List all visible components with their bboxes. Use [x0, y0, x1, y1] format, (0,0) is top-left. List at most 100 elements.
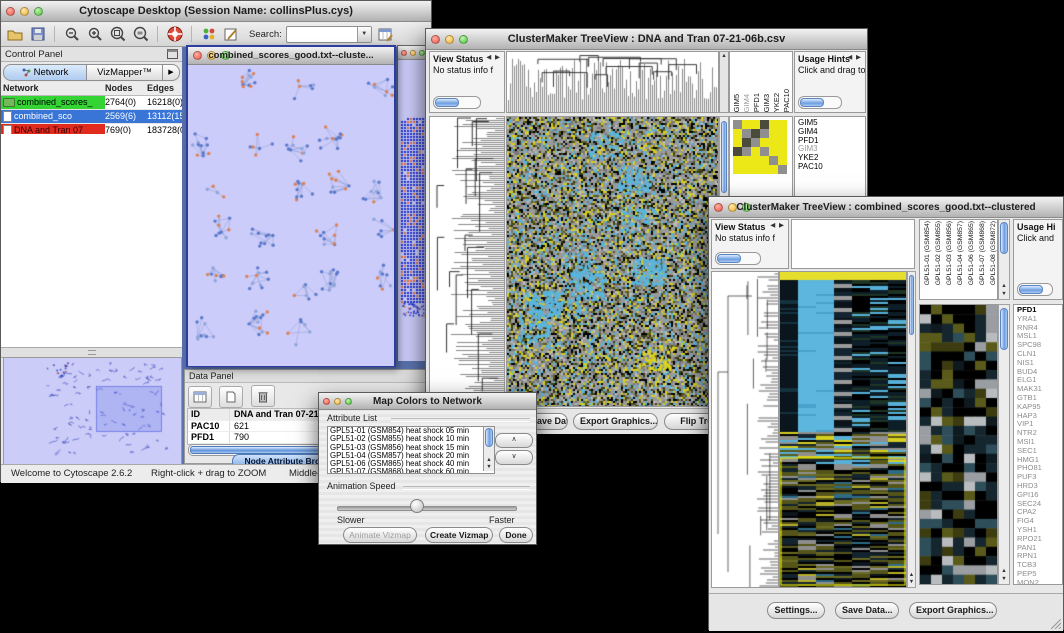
- new-attribute-icon[interactable]: [219, 386, 243, 408]
- treeview1-title: ClusterMaker TreeView : DNA and Tran 07-…: [426, 33, 867, 45]
- birdseye-overview-panel[interactable]: [3, 357, 182, 465]
- network-table-header: NetworkNodesEdges: [1, 82, 182, 96]
- tv2-column-dendrogram-area: [791, 219, 915, 269]
- export-graphics-button[interactable]: Export Graphics...: [573, 413, 658, 430]
- matrix-cell: [778, 138, 787, 147]
- delete-attribute-icon[interactable]: [251, 385, 275, 407]
- dialog-title-bar[interactable]: Map Colors to Network: [319, 393, 536, 410]
- tv2-column-labels: GPL51-01 (GSM854)GPL51-02 (GSM855)GPL51-…: [922, 221, 998, 300]
- settings-button[interactable]: Settings...: [767, 602, 825, 619]
- plugins-icon[interactable]: [199, 25, 218, 44]
- tv2-view-status-panel: View StatusNo status info f ◀ ▶: [711, 219, 789, 269]
- annotation-icon[interactable]: [222, 25, 241, 44]
- network-canvas[interactable]: [188, 65, 394, 366]
- save-data-button[interactable]: Save Data...: [835, 602, 899, 619]
- slower-label: Slower: [337, 515, 365, 525]
- matrix-cell: [742, 147, 751, 156]
- treeview2-window: ClusterMaker TreeView : combined_scores_…: [708, 196, 1064, 630]
- tv1-row-dendrogram[interactable]: [429, 116, 505, 407]
- tv1-heatmap[interactable]: [506, 116, 719, 407]
- network-window-title-bar[interactable]: combined_scores_good.txt--cluste...: [188, 47, 394, 65]
- network-row[interactable]: combined_sco2569(6)13112(15): [1, 110, 182, 124]
- create-vizmap-button[interactable]: Create Vizmap: [425, 527, 493, 543]
- network-row[interactable]: combined_scores_2764(0)16218(0): [1, 96, 182, 110]
- doc-icon: [3, 111, 12, 122]
- tv1-hints-hscrollbar[interactable]: [798, 96, 842, 109]
- tv2-usage-hints-panel: Usage HiClick and: [1013, 219, 1063, 300]
- tv2-zoom-heatmap[interactable]: [919, 304, 998, 585]
- tv2-collabels-vscrollbar[interactable]: ▲ ▼: [998, 219, 1010, 300]
- zoom-selected-icon[interactable]: [131, 25, 150, 44]
- search-dropdown-arrow[interactable]: ▼: [357, 27, 371, 42]
- scroll-down-arrow[interactable]: ▼: [908, 579, 915, 586]
- zoom-in-icon[interactable]: [85, 25, 104, 44]
- attribute-list: GPL51-01 (GSM854) heat shock 05 minGPL51…: [327, 426, 495, 474]
- scroll-up-arrow[interactable]: ▲: [484, 457, 494, 464]
- scroll-arrows[interactable]: ◀ ▶: [847, 53, 862, 108]
- animate-vizmap-button[interactable]: Animate Vizmap: [343, 527, 417, 543]
- desktop: { "main_window": { "title": "Cytoscape D…: [0, 0, 1064, 633]
- status-zoom-hint: Right-click + drag to ZOOM: [151, 468, 266, 479]
- resize-grip[interactable]: [1051, 619, 1061, 629]
- search-input[interactable]: ▼: [286, 26, 372, 43]
- treeview2-title-bar[interactable]: ClusterMaker TreeView : combined_scores_…: [709, 197, 1063, 218]
- move-up-button[interactable]: ∧: [495, 433, 533, 448]
- done-button[interactable]: Done: [499, 527, 533, 543]
- matrix-cell: [742, 165, 751, 174]
- scroll-arrows[interactable]: ◀ ▶: [770, 221, 785, 264]
- tv2-status-hscrollbar[interactable]: [715, 252, 761, 265]
- tv2-row-dendrogram[interactable]: [711, 271, 779, 588]
- scroll-up-arrow[interactable]: ▲: [999, 283, 1009, 290]
- matrix-cell: [769, 120, 778, 129]
- tab-vizmapper[interactable]: VizMapper™: [87, 64, 163, 81]
- tv1-top-scroll-strip[interactable]: ▲: [719, 51, 729, 113]
- export-graphics-button[interactable]: Export Graphics...: [909, 602, 997, 619]
- dialog-title: Map Colors to Network: [319, 396, 536, 407]
- scroll-down-arrow[interactable]: ▼: [999, 291, 1009, 298]
- animation-speed-label: Animation Speed: [327, 481, 396, 491]
- minimize-button[interactable]: [410, 50, 416, 56]
- column-label: GPL51-02 (GSM855): [933, 221, 944, 285]
- attribute-browser-icon[interactable]: [376, 25, 395, 44]
- main-title-bar[interactable]: Cytoscape Desktop (Session Name: collins…: [1, 1, 431, 22]
- matrix-cell: [760, 147, 769, 156]
- attribute-items: GPL51-01 (GSM854) heat shock 05 minGPL51…: [328, 427, 483, 474]
- float-panel-icon[interactable]: [167, 49, 178, 64]
- scroll-arrows[interactable]: ◀ ▶: [486, 53, 501, 108]
- scroll-up-arrow[interactable]: ▲: [908, 572, 915, 579]
- scroll-up-arrow[interactable]: ▲: [720, 53, 728, 60]
- move-down-button[interactable]: ∨: [495, 450, 533, 465]
- control-panel-empty-area: [1, 134, 183, 347]
- scroll-down-arrow[interactable]: ▼: [484, 464, 494, 471]
- scroll-up-arrow[interactable]: ▲: [999, 568, 1009, 575]
- matrix-cell: [760, 165, 769, 174]
- tv2-heatmap-vscrollbar[interactable]: ▲ ▼: [907, 271, 916, 588]
- tv1-column-dendrogram[interactable]: [506, 51, 719, 113]
- save-icon[interactable]: [28, 25, 47, 44]
- animation-speed-slider[interactable]: [337, 506, 517, 511]
- tab-network[interactable]: Network: [3, 64, 87, 81]
- search-label: Search:: [249, 29, 282, 40]
- scroll-down-arrow[interactable]: ▼: [999, 576, 1009, 583]
- tv1-status-hscrollbar[interactable]: [433, 96, 481, 109]
- open-folder-icon[interactable]: [5, 25, 24, 44]
- zoom-out-icon[interactable]: [62, 25, 81, 44]
- matrix-cell: [742, 156, 751, 165]
- attribute-item[interactable]: GPL51-07 (GSM868) heat shock 60 min: [328, 468, 483, 474]
- matrix-cell: [778, 147, 787, 156]
- column-label: GIM3: [762, 94, 772, 112]
- attribute-list-vscrollbar[interactable]: ▲ ▼: [483, 427, 494, 471]
- zoom-fit-icon[interactable]: [108, 25, 127, 44]
- tv2-heatmap[interactable]: [779, 271, 907, 588]
- matrix-cell: [742, 138, 751, 147]
- tv2-zoom-vscrollbar[interactable]: ▲ ▼: [998, 304, 1010, 585]
- matrix-cell: [733, 138, 742, 147]
- tabs-overflow-button[interactable]: ▶: [163, 64, 180, 81]
- slider-thumb[interactable]: [410, 499, 424, 513]
- tv2-gene-list: PFD1YRA1RNR4MSL1SPC98CLN1NIS1BUD4ELG1MAK…: [1015, 306, 1042, 585]
- close-button[interactable]: [401, 50, 407, 56]
- treeview1-title-bar[interactable]: ClusterMaker TreeView : DNA and Tran 07-…: [426, 29, 867, 50]
- tv2-hints-hscrollbar[interactable]: [1017, 283, 1053, 296]
- select-attributes-icon[interactable]: [188, 386, 212, 408]
- help-lifebuoy-icon[interactable]: [165, 25, 184, 44]
